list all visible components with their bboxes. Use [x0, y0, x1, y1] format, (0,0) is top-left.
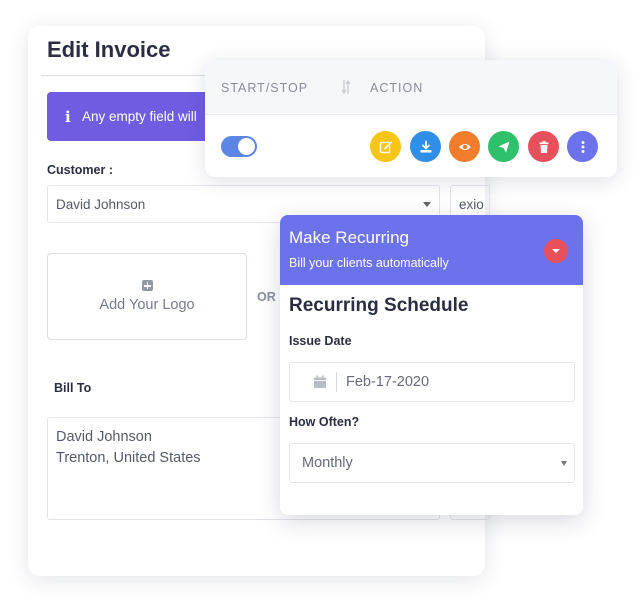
add-logo-button[interactable]: Add Your Logo	[47, 253, 247, 340]
download-icon	[420, 140, 431, 152]
edit-button[interactable]	[370, 131, 401, 162]
info-banner-text: Any empty field will	[82, 109, 197, 124]
customer-select-value: David Johnson	[56, 196, 146, 212]
chevron-down-icon	[423, 202, 431, 207]
recurring-panel: Make Recurring Bill your clients automat…	[280, 215, 583, 515]
make-recurring-title: Make Recurring	[289, 228, 409, 247]
or-separator: OR	[257, 290, 276, 304]
how-often-label: How Often?	[289, 415, 360, 429]
issue-date-value: Feb-17-2020	[346, 374, 430, 390]
collapse-button[interactable]	[544, 239, 568, 263]
date-separator	[336, 372, 337, 392]
start-stop-toggle[interactable]	[221, 136, 257, 157]
more-icon	[581, 140, 584, 153]
recurring-schedule-title: Recurring Schedule	[289, 295, 469, 316]
customer-label: Customer :	[47, 163, 113, 177]
how-often-select[interactable]: Monthly	[289, 443, 575, 483]
bill-to-label: Bill To	[54, 381, 92, 395]
send-button[interactable]	[488, 131, 519, 162]
action-panel: START/STOP ACTION	[205, 60, 617, 177]
info-icon: i	[65, 107, 71, 126]
caret-down-icon	[552, 249, 560, 253]
view-button[interactable]	[449, 131, 480, 162]
make-recurring-subtitle: Bill your clients automatically	[289, 256, 449, 270]
edit-icon	[379, 141, 392, 153]
chevron-down-icon	[561, 461, 567, 466]
calendar-icon	[314, 375, 326, 388]
toggle-knob	[238, 138, 255, 155]
issue-date-label: Issue Date	[289, 334, 352, 348]
sort-icon[interactable]	[341, 79, 351, 95]
delete-button[interactable]	[528, 131, 559, 162]
download-button[interactable]	[410, 131, 441, 162]
eye-icon	[458, 143, 471, 150]
make-recurring-header[interactable]: Make Recurring Bill your clients automat…	[280, 215, 583, 285]
action-header: ACTION	[370, 81, 424, 95]
trash-icon	[539, 140, 548, 153]
add-logo-label: Add Your Logo	[99, 297, 195, 313]
start-stop-header: START/STOP	[221, 81, 309, 95]
invoice-number-value: exio	[459, 196, 484, 212]
issue-date-input[interactable]: Feb-17-2020	[289, 362, 575, 402]
plus-square-icon	[141, 280, 153, 291]
more-button[interactable]	[567, 131, 598, 162]
how-often-value: Monthly	[302, 455, 353, 471]
send-icon	[498, 141, 509, 152]
action-table-header: START/STOP ACTION	[205, 60, 617, 115]
page-title: Edit Invoice	[47, 37, 171, 62]
